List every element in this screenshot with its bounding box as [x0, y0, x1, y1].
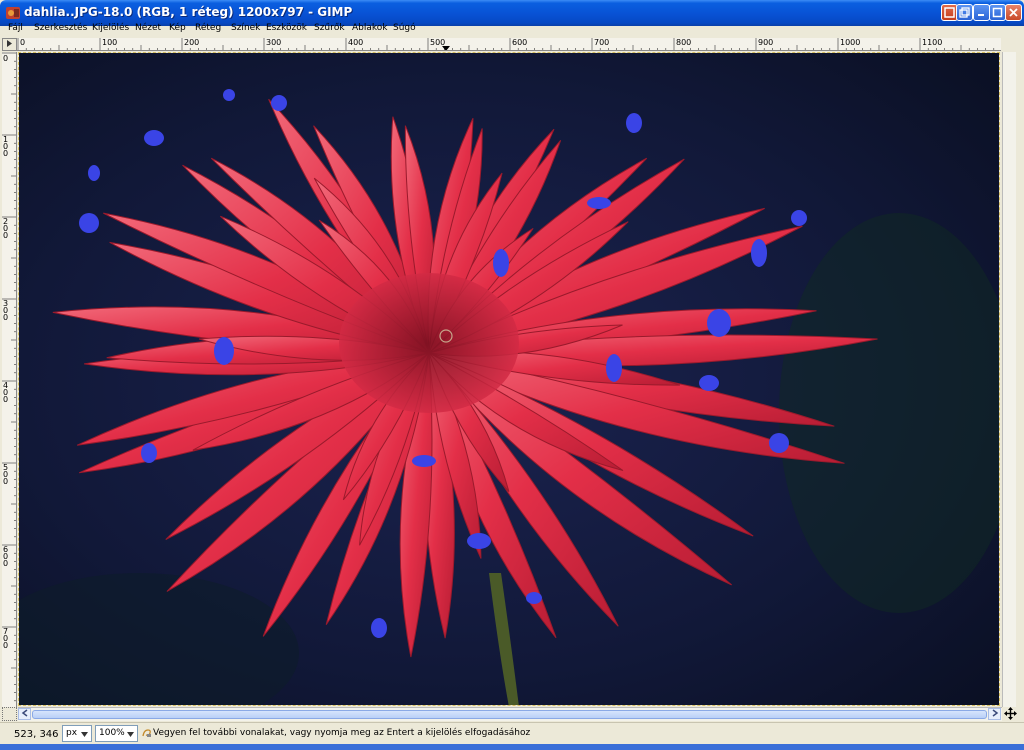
gimp-window: dahlia..JPG-18.0 (RGB, 1 réteg) 1200x797…	[0, 0, 1024, 750]
menu-item-colors[interactable]: Színek	[231, 23, 260, 33]
selection-region	[751, 239, 767, 267]
navigate-button[interactable]	[1002, 707, 1018, 721]
selection-region	[144, 130, 164, 146]
restore-icon	[959, 7, 970, 18]
menu-item-image[interactable]: Kép	[169, 23, 186, 33]
selection-region	[606, 354, 622, 382]
hruler-label: 800	[676, 38, 692, 47]
vruler-label: 100	[3, 135, 9, 158]
unit-select[interactable]: px	[62, 725, 92, 742]
hruler-label: 0	[20, 38, 26, 47]
taskbar	[0, 744, 1024, 750]
hruler-label: 1000	[840, 38, 861, 47]
selection-region	[699, 375, 719, 391]
arrow-right-icon	[992, 709, 998, 717]
pointer-marker-icon	[442, 46, 450, 50]
status-message: Vegyen fel további vonalakat, vagy nyomj…	[153, 728, 531, 738]
window-menu-icon	[944, 7, 955, 18]
hruler-label: 900	[758, 38, 774, 47]
hruler-label: 1100	[922, 38, 943, 47]
image-menu-button[interactable]	[2, 38, 17, 51]
zoom-value: 100%	[99, 728, 125, 738]
vruler-label: 400	[3, 381, 9, 404]
status-bar: 523, 346 px 100% Vegyen fel további vona…	[0, 722, 1024, 744]
menu-item-windows[interactable]: Ablakok	[352, 23, 388, 33]
scroll-right-button[interactable]	[988, 708, 1001, 720]
hruler-label: 100	[102, 38, 118, 47]
scroll-left-button[interactable]	[18, 708, 31, 720]
horizontal-scrollbar[interactable]	[18, 707, 1002, 721]
selection-region	[371, 618, 387, 638]
horizontal-ruler[interactable]: 0 100 200 300 400 500 600 700 800 900 10…	[17, 38, 1001, 51]
vruler-label: 0	[3, 54, 9, 63]
hruler-label: 300	[266, 38, 282, 47]
chevron-down-icon	[127, 732, 134, 737]
selection-region	[587, 197, 611, 209]
vruler-label: 500	[3, 463, 9, 486]
menu-item-layer[interactable]: Réteg	[195, 23, 221, 33]
vertical-ruler[interactable]: 0 100 200 300 400 500 600 700	[2, 52, 17, 707]
selection-region	[412, 455, 436, 467]
dahlia-image	[19, 53, 999, 705]
vruler-label: 300	[3, 299, 9, 322]
selection-region	[769, 433, 789, 453]
quick-mask-toggle[interactable]	[2, 707, 17, 721]
zoom-select[interactable]: 100%	[95, 725, 138, 742]
horizontal-scroll-thumb[interactable]	[32, 710, 987, 719]
selection-region	[791, 210, 807, 226]
maximize-button[interactable]	[989, 4, 1006, 21]
selection-region	[141, 443, 157, 463]
move-cross-icon	[1003, 707, 1017, 720]
hruler-label: 700	[594, 38, 610, 47]
arrow-right-icon	[7, 40, 12, 47]
gimp-app-icon	[6, 7, 20, 19]
unit-value: px	[66, 728, 78, 738]
selection-region	[214, 337, 234, 365]
menu-item-view[interactable]: Nézet	[135, 23, 161, 33]
selection-region	[88, 165, 100, 181]
vruler-label: 200	[3, 217, 9, 240]
selection-region	[223, 89, 235, 101]
menu-item-file[interactable]: Fájl	[8, 23, 23, 33]
restore-button[interactable]	[956, 4, 973, 21]
menu-item-edit[interactable]: Szerkesztés	[34, 23, 87, 33]
close-icon	[1009, 8, 1018, 17]
window-title: dahlia..JPG-18.0 (RGB, 1 réteg) 1200x797…	[24, 5, 353, 19]
close-button[interactable]	[1005, 4, 1022, 21]
menu-item-tools[interactable]: Eszközök	[266, 23, 307, 33]
maximize-icon	[992, 7, 1003, 18]
vruler-label: 600	[3, 545, 9, 568]
hruler-label: 600	[512, 38, 528, 47]
vruler-label: 700	[3, 627, 9, 650]
pointer-coordinates: 523, 346	[14, 729, 59, 740]
selection-region	[493, 249, 509, 277]
hruler-label: 400	[348, 38, 364, 47]
selection-region	[467, 533, 491, 549]
selection-region	[707, 309, 731, 337]
menu-item-help[interactable]: Súgó	[393, 23, 416, 33]
minimize-icon	[978, 14, 984, 16]
minimize-button[interactable]	[973, 4, 990, 21]
arrow-left-icon	[21, 709, 27, 717]
vertical-scrollbar[interactable]	[1002, 52, 1016, 707]
menu-item-select[interactable]: Kijelölés	[92, 23, 129, 33]
selection-region	[626, 113, 642, 133]
menu-item-filters[interactable]: Szűrők	[314, 23, 345, 33]
free-select-tool-icon	[142, 728, 152, 741]
selection-region	[526, 592, 542, 604]
image-canvas[interactable]	[18, 52, 1000, 706]
hruler-label: 200	[184, 38, 200, 47]
chevron-down-icon	[81, 732, 88, 737]
selection-region	[79, 213, 99, 233]
selection-region	[271, 95, 287, 111]
